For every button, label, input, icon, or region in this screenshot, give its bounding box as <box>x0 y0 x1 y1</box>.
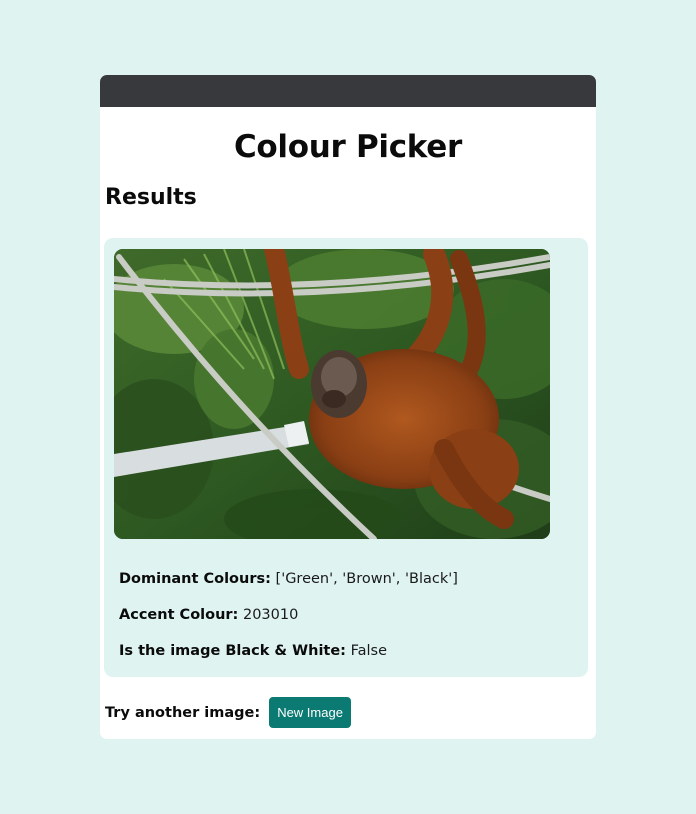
black-white-label: Is the image Black & White: <box>119 643 346 659</box>
accent-colour-label: Accent Colour: <box>119 607 239 623</box>
results-heading: Results <box>105 185 197 210</box>
footer-row: Try another image: New Image <box>105 697 351 728</box>
dominant-colours-row: Dominant Colours: ['Green', 'Brown', 'Bl… <box>119 571 458 587</box>
new-image-button[interactable]: New Image <box>269 697 351 728</box>
try-another-label: Try another image: <box>105 704 261 721</box>
colour-picker-card: Colour Picker Results Dominant Colours: … <box>100 75 596 739</box>
uploaded-photo <box>114 249 550 539</box>
window-topbar <box>100 75 596 107</box>
dominant-colours-label: Dominant Colours: <box>119 571 271 587</box>
black-white-row: Is the image Black & White: False <box>119 643 387 659</box>
results-panel: Dominant Colours: ['Green', 'Brown', 'Bl… <box>104 238 588 677</box>
black-white-value: False <box>350 643 387 659</box>
orangutan-image <box>114 249 550 539</box>
page-title: Colour Picker <box>233 129 463 165</box>
accent-colour-value: 203010 <box>242 607 299 623</box>
accent-colour-row: Accent Colour: 203010 <box>119 607 298 623</box>
dominant-colours-value: ['Green', 'Brown', 'Black'] <box>275 571 458 587</box>
